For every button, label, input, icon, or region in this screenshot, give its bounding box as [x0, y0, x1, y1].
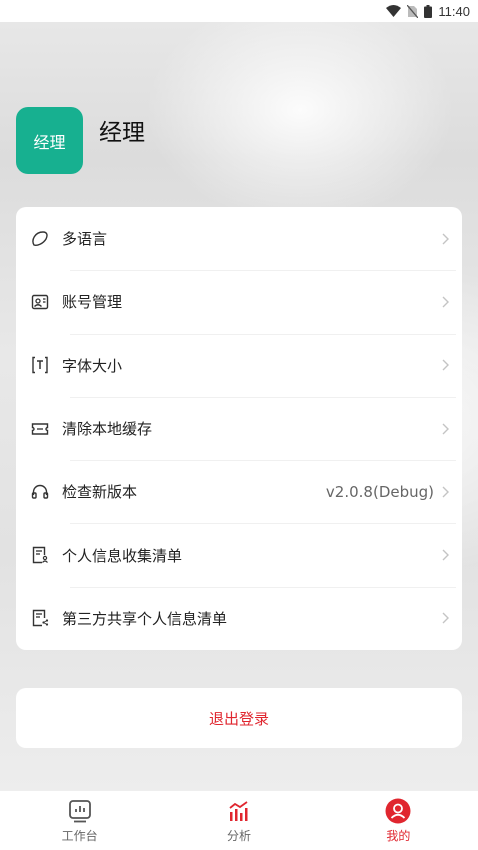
menu-item-language[interactable]: 多语言 — [16, 207, 462, 270]
avatar[interactable]: 经理 — [16, 107, 83, 174]
chevron-right-icon — [442, 549, 449, 561]
logout-button[interactable]: 退出登录 — [16, 688, 462, 748]
chevron-right-icon — [442, 359, 449, 371]
dashboard-icon — [67, 798, 93, 824]
menu-item-label: 清除本地缓存 — [62, 420, 153, 439]
font-size-icon — [30, 355, 50, 375]
chevron-right-icon — [442, 612, 449, 624]
menu-item-font-size[interactable]: 字体大小 — [16, 333, 462, 397]
language-icon — [30, 229, 50, 249]
user-icon — [385, 798, 411, 824]
doc-share-icon — [30, 608, 50, 628]
version-value: v2.0.8(Debug) — [325, 482, 434, 501]
settings-menu: 多语言 账号管理 字体大小 清除本地缓存 检查新版本 v2.0.8(Debug) — [16, 207, 462, 650]
logout-label: 退出登录 — [208, 709, 269, 728]
menu-item-label: 个人信息收集清单 — [62, 546, 183, 565]
menu-item-label: 多语言 — [62, 230, 108, 249]
menu-item-third-party-share-list[interactable]: 第三方共享个人信息清单 — [16, 586, 462, 650]
tab-mine[interactable]: 我的 — [319, 791, 478, 850]
menu-item-label: 字体大小 — [62, 356, 123, 375]
wifi-icon — [386, 5, 402, 17]
tab-label: 工作台 — [61, 829, 98, 843]
user-name: 经理 — [99, 120, 145, 146]
chevron-right-icon — [442, 423, 449, 435]
tab-label: 分析 — [226, 829, 251, 843]
ticket-icon — [30, 419, 50, 439]
tab-label: 我的 — [386, 829, 411, 843]
avatar-text: 经理 — [33, 132, 66, 152]
menu-item-clear-cache[interactable]: 清除本地缓存 — [16, 396, 462, 460]
menu-item-label: 账号管理 — [62, 293, 123, 312]
battery-icon — [424, 4, 433, 18]
tab-workbench[interactable]: 工作台 — [0, 791, 159, 850]
profile-header: 经理 经理 — [16, 107, 145, 174]
doc-person-icon — [30, 545, 50, 565]
headset-icon — [30, 482, 50, 502]
menu-item-label: 第三方共享个人信息清单 — [62, 609, 228, 628]
chevron-right-icon — [442, 233, 449, 245]
tab-analysis[interactable]: 分析 — [159, 791, 318, 850]
menu-item-personal-info-list[interactable]: 个人信息收集清单 — [16, 523, 462, 586]
menu-item-check-update[interactable]: 检查新版本 v2.0.8(Debug) — [16, 460, 462, 523]
account-card-icon — [30, 292, 50, 312]
chevron-right-icon — [442, 486, 449, 498]
bottom-tab-bar: 工作台 分析 我的 — [0, 790, 478, 850]
no-sim-icon — [407, 4, 419, 18]
status-time: 11:40 — [438, 3, 470, 19]
menu-item-account[interactable]: 账号管理 — [16, 270, 462, 333]
menu-item-label: 检查新版本 — [62, 483, 138, 502]
chevron-right-icon — [442, 296, 449, 308]
chart-icon — [226, 798, 252, 824]
status-bar: 11:40 — [0, 0, 478, 22]
